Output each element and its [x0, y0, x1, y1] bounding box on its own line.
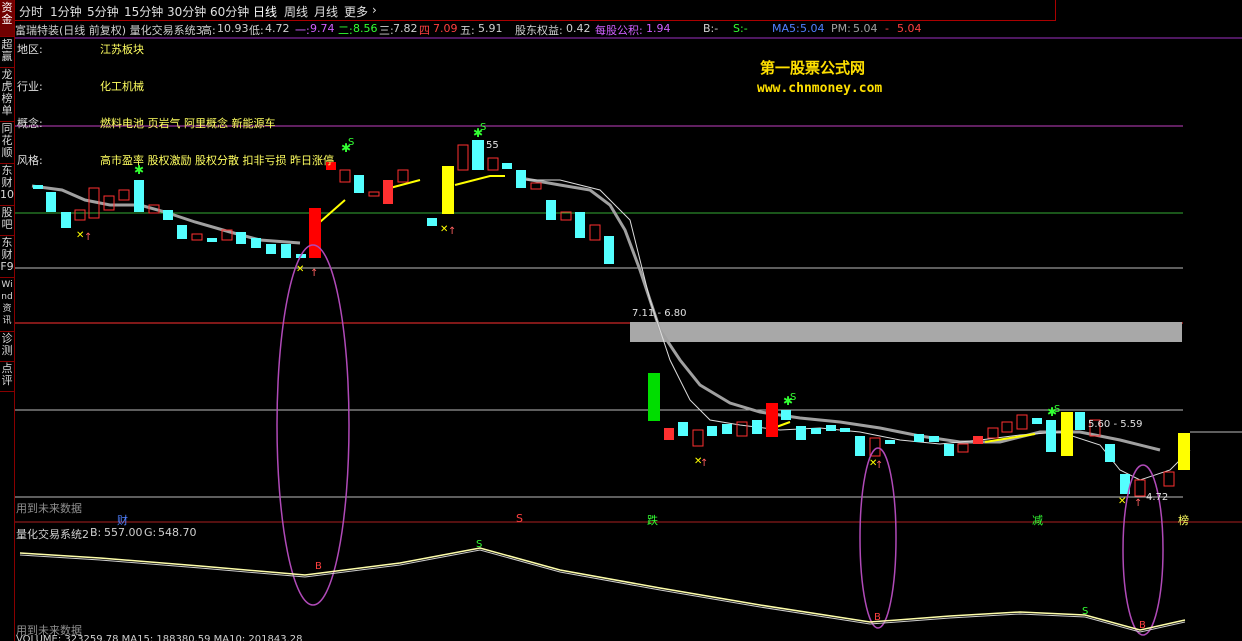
- period-tab[interactable]: 15分钟: [124, 3, 163, 20]
- level1-value: 9.74: [310, 22, 335, 35]
- resistance-zone: [630, 322, 1182, 342]
- indicator-g-value: 548.70: [158, 526, 197, 539]
- sidebar-tab-dongcaif9[interactable]: 东财F9: [0, 235, 14, 278]
- indicator-b-label: B:: [90, 526, 102, 539]
- svg-text:↑: ↑: [700, 458, 708, 469]
- candles: [33, 140, 1190, 497]
- level3-value: 7.82: [393, 22, 418, 35]
- svg-text:B: B: [315, 561, 322, 572]
- sidebar-tab-guba[interactable]: 股吧: [0, 205, 14, 236]
- ma-value: 5.04: [800, 22, 825, 35]
- svg-text:↑: ↑: [448, 226, 456, 237]
- sidebar-tab-tonghuashun[interactable]: 同花顺: [0, 121, 14, 164]
- sidebar-tab-dianping[interactable]: 点评: [0, 361, 14, 392]
- signal-ellipse: [276, 244, 350, 606]
- event-tag: 跌: [647, 514, 658, 527]
- event-tag: 减: [1032, 514, 1043, 527]
- more-chevron-icon[interactable]: ›: [372, 3, 377, 17]
- svg-text:B: B: [1139, 620, 1146, 631]
- last-value: 5.04: [897, 22, 922, 35]
- high-label: 高:: [201, 24, 216, 37]
- period-tab[interactable]: 5分钟: [87, 3, 119, 20]
- signal-ellipse: [859, 447, 897, 629]
- svg-text:↑: ↑: [875, 460, 883, 471]
- svg-text:B: B: [874, 612, 881, 623]
- event-tag: S: [516, 512, 523, 525]
- svg-text:S: S: [476, 539, 482, 550]
- period-tab[interactable]: 1分钟: [50, 3, 82, 20]
- svg-text:S: S: [1054, 404, 1060, 415]
- sidebar-tab-zhence[interactable]: 诊测: [0, 331, 14, 362]
- sidebar-tab-chaoying[interactable]: 超赢: [0, 37, 14, 68]
- level2-label: 二:: [338, 24, 353, 37]
- indicator-title: 量化交易系统2: [16, 528, 89, 541]
- range-label-right: 5.60 - 5.59: [1088, 419, 1143, 430]
- level4-value: 7.09: [433, 22, 458, 35]
- period-tab[interactable]: 30分钟: [167, 3, 206, 20]
- ma-label: MA5:: [772, 22, 800, 35]
- level4-label: 四: [419, 24, 430, 37]
- indicator-g-label: G:: [144, 526, 157, 539]
- svg-text:↑: ↑: [1134, 498, 1142, 509]
- level5-value: 5.91: [478, 22, 503, 35]
- svg-text:✕: ✕: [296, 264, 304, 275]
- region-value: 江苏板块: [100, 43, 144, 56]
- region-label: 地区:: [17, 43, 43, 56]
- future-data-note: 用到未来数据: [16, 502, 82, 515]
- level1-label: 一:: [295, 24, 310, 37]
- peak-label: 55: [486, 140, 499, 151]
- level5-label: 五:: [460, 24, 475, 37]
- sidebar-tab-longhubang[interactable]: 龙虎榜单: [0, 67, 14, 122]
- low-price-label: 4.72: [1146, 492, 1169, 503]
- watermark-name: 第一股票公式网: [760, 59, 866, 77]
- period-tab[interactable]: 更多: [344, 3, 368, 20]
- period-tab[interactable]: 分时: [19, 3, 43, 20]
- sidebar-tab-dongcai10[interactable]: 东财10: [0, 163, 14, 206]
- industry-value: 化工机械: [100, 80, 144, 93]
- indicator-b-value: 557.00: [104, 526, 143, 539]
- s-label: S:-: [733, 22, 748, 35]
- pm-label: PM:: [831, 22, 851, 35]
- signal-ellipse: [1122, 464, 1164, 636]
- fund-value: 1.94: [646, 22, 671, 35]
- period-tab-active[interactable]: 日线: [253, 3, 277, 20]
- level2-value: 8.56: [353, 22, 378, 35]
- price-chart[interactable]: ✕ ↑ ✕ ↑ ✕ ↑ ✕↑ ✕↑ ✕ ↑ ✱ ✱S ✱S ✱S ✱S B S B S …: [0, 0, 1242, 641]
- period-tab[interactable]: 周线: [284, 3, 308, 20]
- high-value: 10.93: [217, 22, 249, 35]
- level3-label: 三:: [379, 24, 394, 37]
- volume-readout: VOLUME: 323259.78 MA15: 188380.59 MA10: …: [16, 634, 303, 641]
- low-label: 低:: [249, 24, 264, 37]
- svg-text:↑: ↑: [84, 232, 92, 243]
- style-value: 高市盈率 股权激励 股权分散 扣非亏损 昨日涨停: [100, 154, 334, 167]
- range-label-top: 7.11 - 6.80: [632, 308, 687, 319]
- equity-value: 0.42: [566, 22, 591, 35]
- svg-text:✕: ✕: [1118, 496, 1126, 507]
- period-toolbar: 分时 1分钟 5分钟 15分钟 30分钟 60分钟 日线 周线 月线 更多 ›: [15, 0, 1056, 21]
- svg-text:S: S: [790, 392, 796, 403]
- watermark-url: www.chnmoney.com: [757, 81, 883, 96]
- indicator-infobar: 富瑞特装(日线 前复权) 量化交易系统3 高: 10.93 低: 4.72 一:…: [15, 21, 1242, 37]
- style-label: 风格:: [17, 154, 43, 167]
- sidebar-tab-wind[interactable]: Wind资讯: [0, 277, 14, 332]
- equity-label: 股东权益:: [515, 24, 563, 37]
- fund-label: 每股公积:: [595, 24, 643, 37]
- svg-text:S: S: [480, 122, 486, 133]
- period-tab[interactable]: 月线: [314, 3, 338, 20]
- concept-value: 燃料电池 页岩气 阿里概念 新能源车: [100, 117, 276, 130]
- svg-text:S: S: [348, 137, 354, 148]
- industry-label: 行业:: [17, 80, 43, 93]
- event-tag: 榜: [1178, 514, 1189, 527]
- last-label: -: [885, 22, 889, 35]
- left-sidebar: 资金 超赢 龙虎榜单 同花顺 东财10 股吧 东财F9 Wind资讯 诊测 点评: [0, 0, 15, 641]
- low-value: 4.72: [265, 22, 290, 35]
- sidebar-tab-funds[interactable]: 资金: [0, 0, 14, 37]
- period-tab[interactable]: 60分钟: [210, 3, 249, 20]
- b-label: B:-: [703, 22, 719, 35]
- chart-title: 富瑞特装(日线 前复权) 量化交易系统3: [15, 24, 203, 37]
- svg-text:↑: ↑: [310, 268, 318, 279]
- pm-value: 5.04: [853, 22, 878, 35]
- svg-text:S: S: [1082, 606, 1088, 617]
- concept-label: 概念:: [17, 117, 43, 130]
